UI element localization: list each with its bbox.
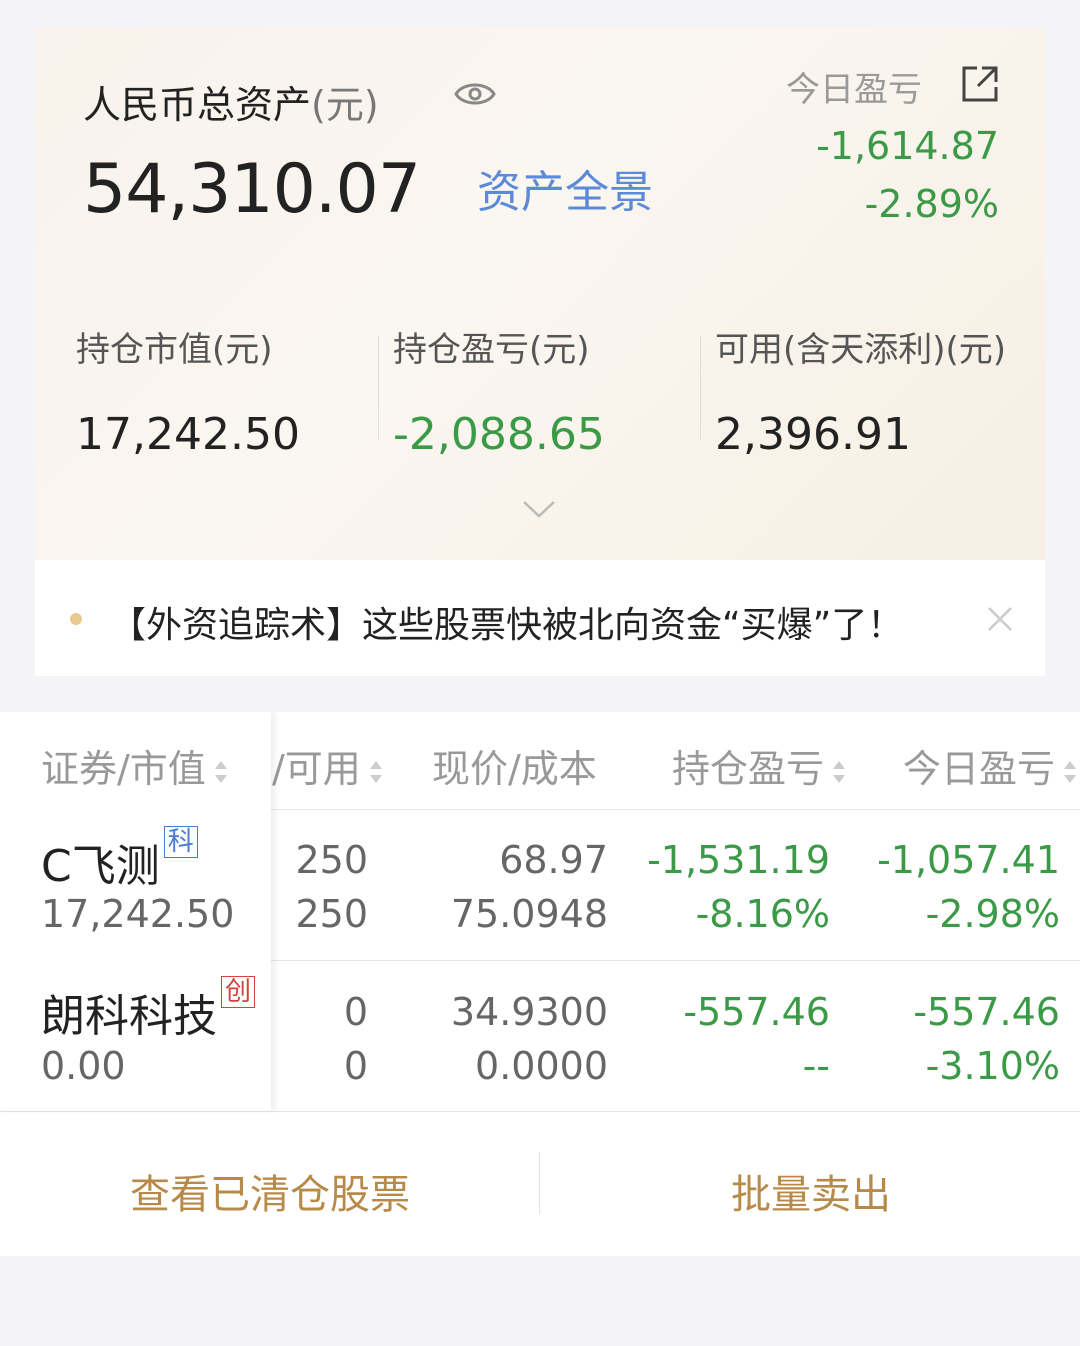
current-price: 68.97 xyxy=(499,838,608,882)
header-today-pl[interactable]: 今日盈亏 xyxy=(903,738,1079,793)
today-pl-label: 今日盈亏 xyxy=(786,70,922,110)
total-assets-label-text: 人民币总资产 xyxy=(83,83,312,127)
stat-position-pl: 持仓盈亏(元) -2,088.65 xyxy=(393,322,605,460)
holding-qty: 0 xyxy=(343,990,368,1034)
frozen-column: 证券/市值 C飞测科 17,242.50 朗科科技创 0.00 xyxy=(0,712,271,1111)
header-security-label: 证券/市值 xyxy=(41,747,206,791)
sort-icon xyxy=(1064,760,1077,783)
bullet-dot xyxy=(70,613,82,625)
header-security[interactable]: 证券/市值 xyxy=(41,738,230,793)
sort-icon xyxy=(833,760,846,783)
sort-icon xyxy=(369,760,382,783)
header-position-pl[interactable]: 持仓盈亏 xyxy=(672,738,848,793)
row-divider xyxy=(0,1111,1080,1112)
today-pl-percent: -2.89% xyxy=(864,182,999,226)
batch-sell-button[interactable]: 批量卖出 xyxy=(731,1162,891,1220)
holdings-table: 证券/市值 C飞测科 17,242.50 朗科科技创 0.00 /可用 现价/成… xyxy=(0,712,1080,1256)
stat-market-value-label: 持仓市值(元) xyxy=(76,330,273,370)
sort-icon xyxy=(214,760,227,783)
total-assets-unit: (元) xyxy=(311,83,379,127)
stat-available-value: 2,396.91 xyxy=(715,409,911,460)
position-pl-pct: -8.16% xyxy=(695,892,830,936)
stat-position-pl-label: 持仓盈亏(元) xyxy=(393,330,590,370)
stock-name[interactable]: C飞测 xyxy=(41,841,160,892)
position-pl: -1,531.19 xyxy=(647,838,830,882)
share-icon[interactable] xyxy=(960,64,1000,104)
stock-name-cell[interactable]: C飞测科 xyxy=(41,826,198,894)
asset-summary-card: 人民币总资产(元) 54,310.07 资产全景 今日盈亏 -1,614.87 … xyxy=(35,28,1045,560)
today-pl: -1,057.41 xyxy=(877,838,1060,882)
news-text[interactable]: 【外资追踪术】这些股票快被北向资金“买爆”了！ xyxy=(110,596,903,648)
available-qty: 0 xyxy=(343,1044,368,1088)
total-assets-value: 54,310.07 xyxy=(83,150,421,229)
total-assets-label: 人民币总资产(元) xyxy=(83,74,379,129)
holding-qty: 250 xyxy=(295,838,368,882)
header-price-cost: 现价/成本 xyxy=(432,747,597,791)
stock-name[interactable]: 朗科科技 xyxy=(41,991,217,1042)
footer-divider xyxy=(539,1152,540,1214)
position-pl-pct: -- xyxy=(802,1044,830,1088)
current-price: 34.9300 xyxy=(450,990,608,1034)
cost-price: 0.0000 xyxy=(475,1044,608,1088)
market-value: 0.00 xyxy=(41,1044,126,1088)
today-pl-amount: -1,614.87 xyxy=(816,124,999,168)
today-pl: -557.46 xyxy=(913,990,1060,1034)
market-value: 17,242.50 xyxy=(41,892,235,936)
position-pl: -557.46 xyxy=(683,990,830,1034)
close-icon[interactable] xyxy=(987,606,1013,632)
today-pl-pct: -2.98% xyxy=(925,892,1060,936)
available-qty: 250 xyxy=(295,892,368,936)
stat-position-pl-value: -2,088.65 xyxy=(393,409,605,460)
stat-divider xyxy=(378,336,379,440)
eye-icon[interactable] xyxy=(453,76,497,112)
stat-market-value: 持仓市值(元) 17,242.50 xyxy=(76,322,300,460)
header-available[interactable]: /可用 xyxy=(272,738,385,793)
chevron-down-icon[interactable] xyxy=(521,498,557,520)
today-pl-pct: -3.10% xyxy=(925,1044,1060,1088)
header-position-pl-label: 持仓盈亏 xyxy=(672,747,825,791)
news-banner[interactable]: 【外资追踪术】这些股票快被北向资金“买爆”了！ xyxy=(35,560,1045,676)
header-today-pl-label: 今日盈亏 xyxy=(903,747,1056,791)
stat-available-label: 可用(含天添利)(元) xyxy=(715,330,1007,370)
cost-price: 75.0948 xyxy=(450,892,608,936)
header-available-label: /可用 xyxy=(272,747,361,791)
asset-panorama-link[interactable]: 资产全景 xyxy=(477,156,653,220)
stat-available: 可用(含天添利)(元) 2,396.91 xyxy=(715,322,1006,460)
stat-market-value-value: 17,242.50 xyxy=(76,409,300,460)
chinext-badge: 创 xyxy=(221,976,256,1008)
stock-name-cell[interactable]: 朗科科技创 xyxy=(41,976,256,1044)
stat-divider xyxy=(700,336,701,440)
star-market-badge: 科 xyxy=(163,826,198,858)
view-cleared-stocks-button[interactable]: 查看已清仓股票 xyxy=(130,1162,410,1220)
